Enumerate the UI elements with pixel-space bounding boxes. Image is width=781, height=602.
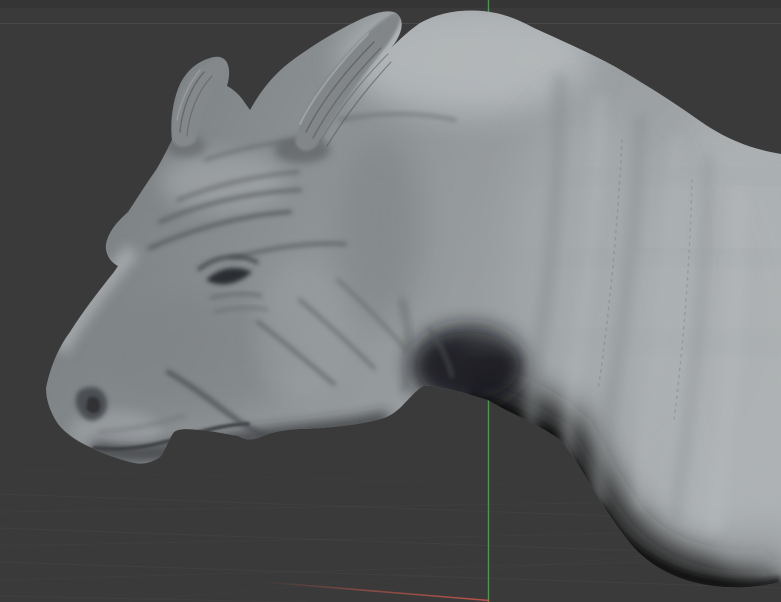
head-neck-shade [338,135,422,325]
top-strip [0,0,781,8]
viewport[interactable] [0,0,781,602]
sculpt-canvas[interactable] [0,0,781,602]
